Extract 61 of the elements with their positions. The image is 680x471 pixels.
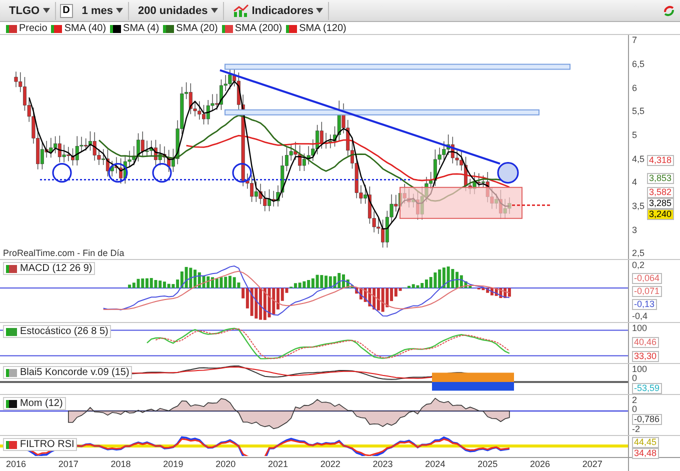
axis-tick-label: -0,4: [632, 312, 648, 322]
value-label: 44,45: [632, 437, 659, 448]
chart-type-button[interactable]: D: [60, 4, 73, 18]
axis-tick-label: 2020: [216, 459, 236, 470]
axis-tick-label: 2019: [163, 459, 184, 470]
axis-tick-label: 2022: [320, 459, 340, 470]
axis-tick-label: 2025: [478, 459, 498, 470]
axis-tick-label: 4,5: [632, 154, 645, 164]
axis-tick-label: 2027: [582, 459, 602, 470]
axis-tick-label: 6,5: [632, 60, 645, 70]
indicator-title[interactable]: Estocástico (26 8 5): [3, 325, 112, 338]
legend-item[interactable]: Precio: [6, 23, 48, 34]
axis-tick-label: 2018: [110, 459, 131, 470]
axis-tick-label: 2021: [268, 459, 288, 470]
price-label: 3,285: [647, 198, 674, 210]
source-text: ProRealTime.com - Fin de Día: [3, 248, 124, 258]
value-label: 40,46: [632, 336, 659, 348]
axis-tick-label: 100: [632, 365, 648, 374]
axis-tick-label: -2: [632, 425, 640, 434]
price-label: 3,853: [647, 173, 674, 184]
axis-tick-label: 5,5: [632, 107, 645, 116]
legend-item[interactable]: SMA (20): [163, 23, 218, 34]
indicator-title[interactable]: FILTRO RSI: [3, 438, 78, 452]
axis-tick-label: 3: [632, 226, 638, 235]
legend-item[interactable]: SMA (200): [222, 23, 282, 34]
axis-tick-label: 3,5: [632, 202, 645, 211]
axis-tick-label: 4: [632, 178, 638, 188]
axis-tick-label: 0,2: [632, 261, 645, 270]
axis-tick-label: 7: [632, 36, 638, 46]
value-label: -0,13: [632, 299, 657, 310]
axis-tick-label: 2024: [425, 459, 446, 470]
axis-tick-label: 2,5: [632, 249, 645, 258]
axis-tick-label: 2017: [58, 459, 78, 470]
value-label: 34,48: [632, 448, 659, 460]
axis-tick-label: 100: [632, 324, 648, 334]
indicator-title[interactable]: Blai5 Koncorde v.09 (15): [3, 366, 132, 380]
value-label: -0,071: [632, 286, 662, 297]
axis-tick-label: 5: [632, 131, 638, 140]
period-dropdown[interactable]: 1 mes: [76, 2, 129, 20]
units-dropdown[interactable]: 200 unidades: [133, 2, 224, 20]
legend-item[interactable]: SMA (40): [51, 23, 106, 34]
price-label: 3,582: [647, 187, 674, 198]
axis-tick-label: 2023: [372, 459, 393, 470]
value-label: -53,59: [632, 383, 662, 394]
value-label: -0,064: [632, 272, 662, 284]
indicator-title[interactable]: Mom (12): [3, 397, 66, 410]
legend-item[interactable]: SMA (4): [110, 23, 160, 34]
indicators-button[interactable]: Indicadores: [228, 2, 330, 20]
indicator-title[interactable]: MACD (12 26 9): [3, 262, 96, 276]
symbol-dropdown[interactable]: TLGO: [4, 2, 56, 20]
value-label: 33,30: [632, 351, 659, 362]
axis-tick-label: 0: [632, 405, 638, 414]
axis-tick-label: 0: [632, 374, 638, 384]
axis-tick-label: 2026: [530, 459, 550, 470]
legend-item[interactable]: SMA (120): [286, 23, 346, 34]
axis-tick-label: 6: [632, 84, 638, 93]
price-label: 4,318: [647, 155, 674, 166]
price-label: 3,240: [647, 209, 674, 220]
axis-tick-label: 2: [632, 396, 638, 406]
value-label: -0,786: [632, 414, 662, 426]
axis-tick-label: 2016: [6, 459, 26, 470]
